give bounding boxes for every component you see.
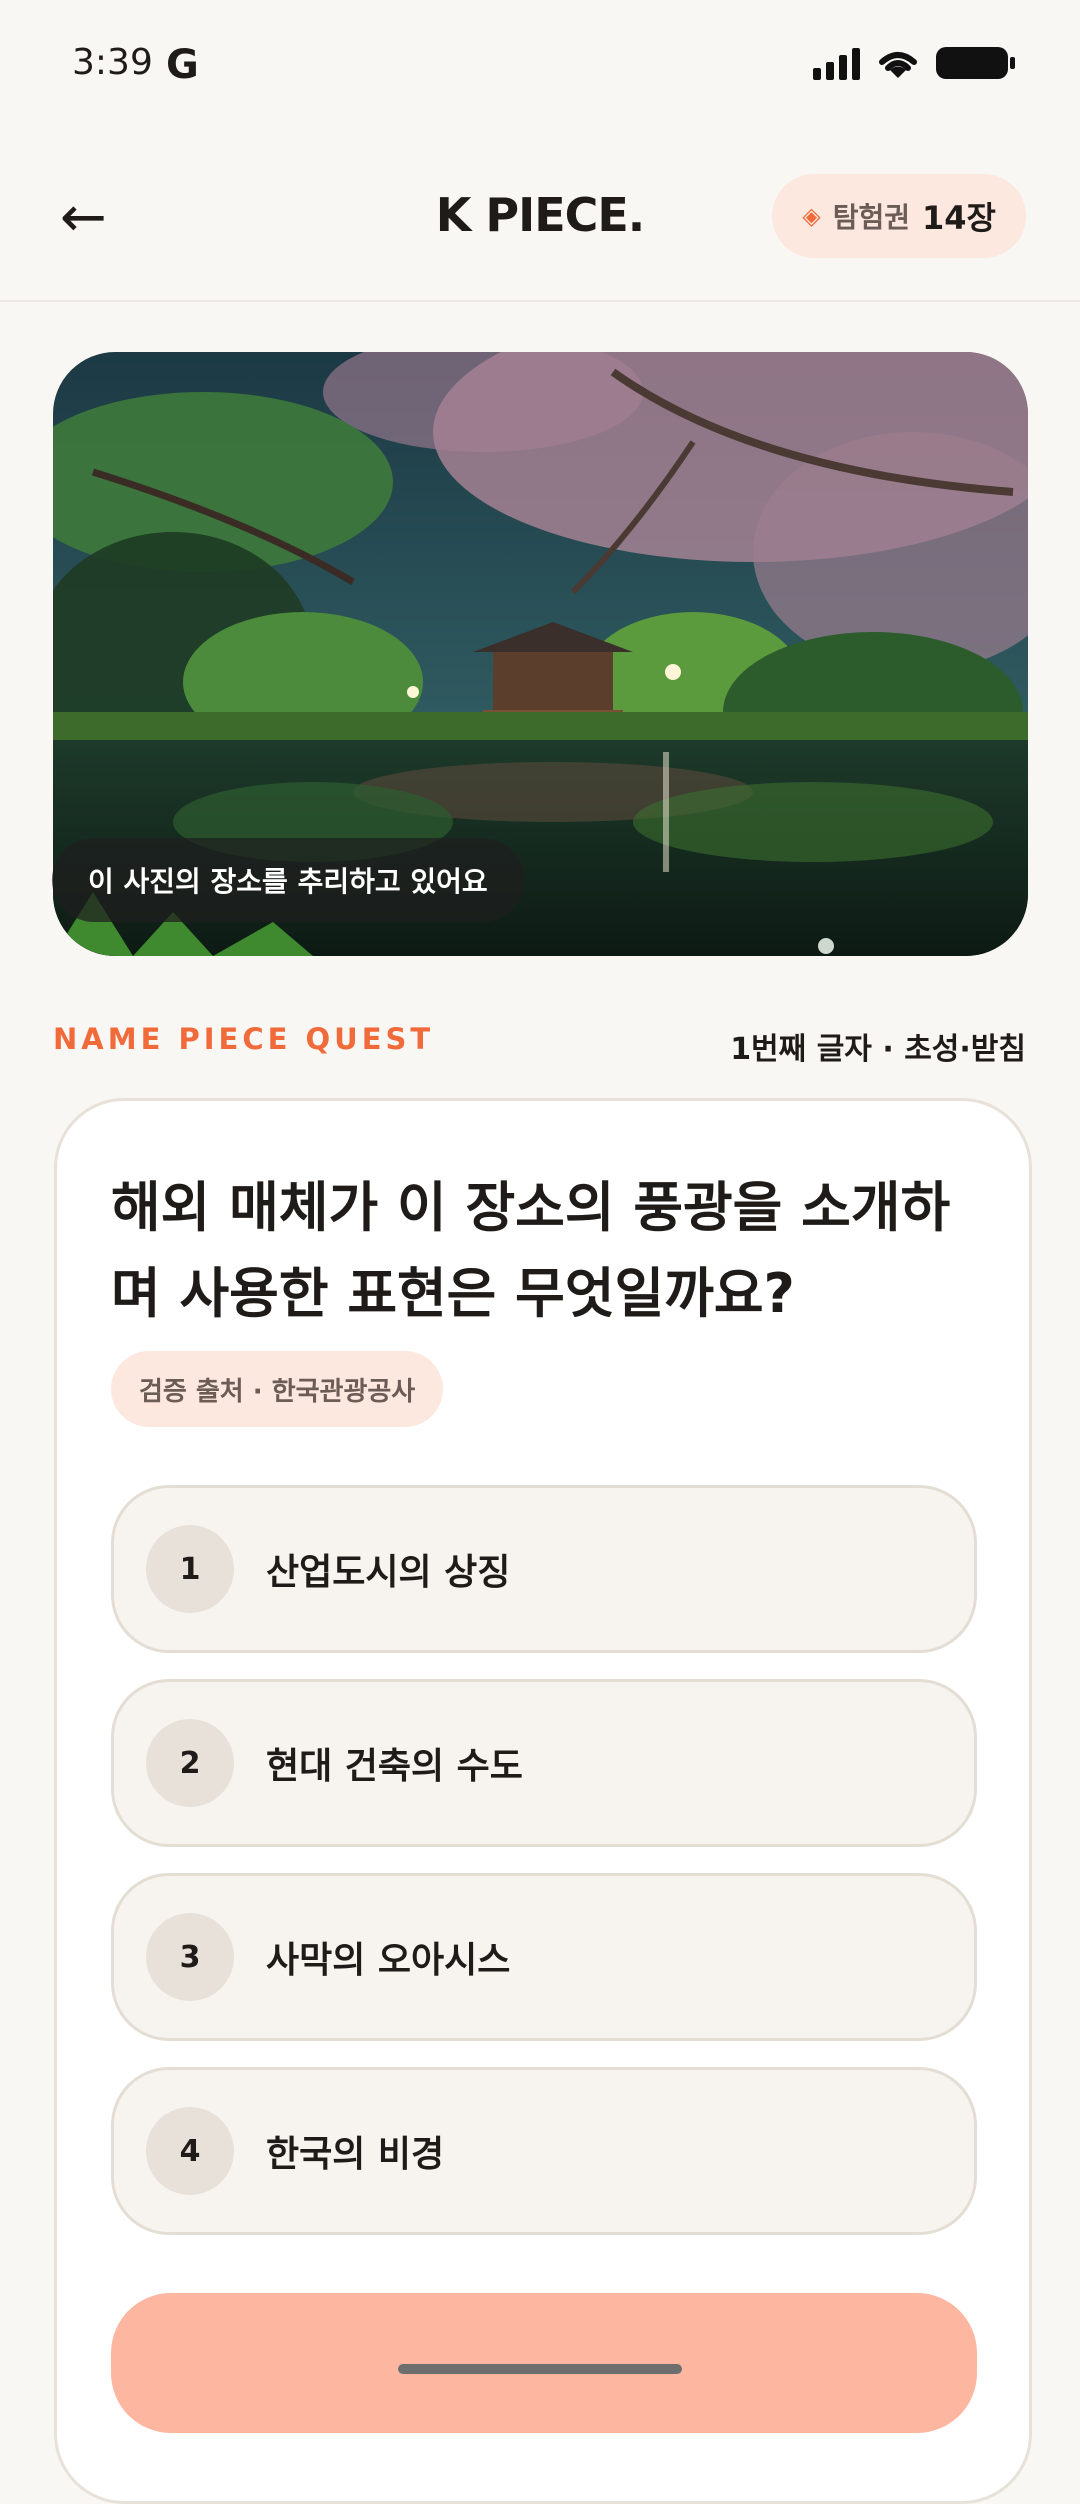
status-bar: 3:39 G <box>0 0 1080 130</box>
battery-icon <box>936 47 1015 79</box>
page-indicator-dot <box>818 938 834 954</box>
hero-caption: 이 사진의 장소를 추리하고 있어요 <box>52 838 524 922</box>
option-2[interactable]: 2 현대 건축의 수도 <box>111 1679 977 1847</box>
question-card: 해외 매체가 이 장소의 풍광을 소개하며 사용한 표현은 무엇일까요? 검증 … <box>54 1098 1032 2504</box>
source-badge: 검증 출처 · 한국관광공사 <box>111 1351 444 1427</box>
option-1[interactable]: 1 산업도시의 상징 <box>111 1485 977 1653</box>
wifi-icon <box>879 52 917 78</box>
option-3[interactable]: 3 사막의 오아시스 <box>111 1873 977 2041</box>
quest-label: NAME PIECE QUEST <box>53 1022 435 1056</box>
option-number: 4 <box>146 2107 234 2195</box>
option-number: 2 <box>146 1719 234 1807</box>
ticket-badge[interactable]: ◈ 탐험권 14장 <box>772 174 1026 258</box>
diamond-icon: ◈ <box>802 202 821 230</box>
submit-button[interactable] <box>111 2293 977 2433</box>
question-text: 해외 매체가 이 장소의 풍광을 소개하며 사용한 표현은 무엇일까요? <box>111 1176 951 1325</box>
app-header: ← K PIECE. ◈ 탐험권 14장 <box>0 130 1080 302</box>
option-4[interactable]: 4 한국의 비경 <box>111 2067 977 2235</box>
ticket-label: 탐험권 <box>832 201 911 234</box>
signal-icon <box>813 46 860 80</box>
quest-progress: 1번째 글자 · 초성·받침 <box>730 1032 1026 1067</box>
ticket-count: 14장 <box>922 199 996 237</box>
google-icon: G <box>166 42 199 88</box>
option-number: 1 <box>146 1525 234 1613</box>
system-icons <box>813 46 1015 80</box>
option-text: 한국의 비경 <box>266 2134 445 2175</box>
option-text: 사막의 오아시스 <box>266 1940 511 1981</box>
status-time: 3:39 <box>72 42 153 83</box>
option-text: 산업도시의 상징 <box>266 1552 511 1593</box>
option-number: 3 <box>146 1913 234 2001</box>
home-indicator[interactable] <box>398 2364 682 2374</box>
option-text: 현대 건축의 수도 <box>266 1746 523 1787</box>
